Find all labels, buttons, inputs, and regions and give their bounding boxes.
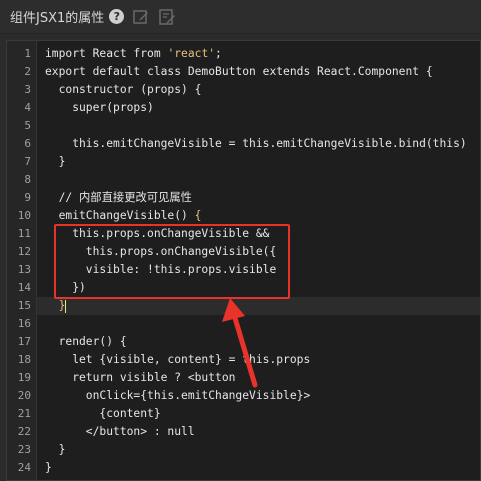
annotation-arrow (222, 298, 258, 388)
